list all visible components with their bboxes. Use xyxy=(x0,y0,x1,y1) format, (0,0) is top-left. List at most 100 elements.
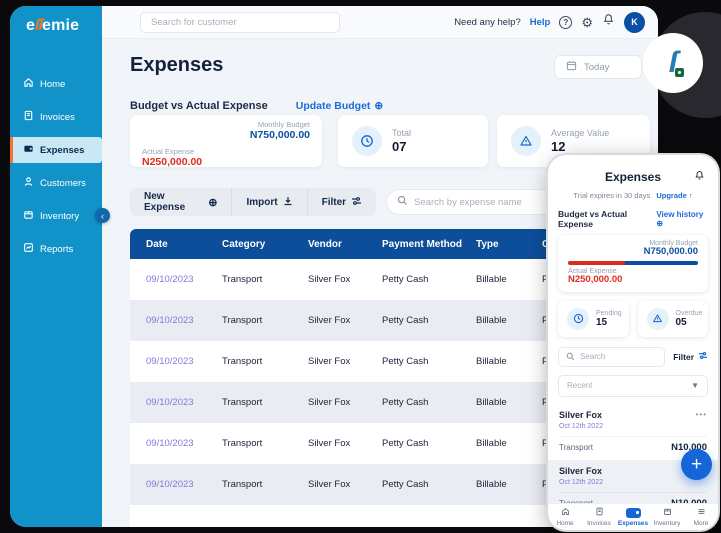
wallet-icon xyxy=(625,507,641,518)
download-icon xyxy=(283,196,293,209)
cell-payment: Petty Cash xyxy=(382,315,429,326)
nav-item-more[interactable]: More xyxy=(684,504,718,530)
col-header-vendor: Vendor xyxy=(308,238,342,250)
overdue-label: Overdue xyxy=(675,309,703,317)
brand-badge: ſſ xyxy=(643,33,703,93)
cell-vendor: Silver Fox xyxy=(308,274,351,285)
sidebar-item-home[interactable]: Home xyxy=(10,71,102,97)
item-vendor: Silver Fox xyxy=(559,409,603,420)
nav-item-inventory[interactable]: Inventory xyxy=(650,504,684,530)
nav-label: Expenses xyxy=(617,519,649,527)
nav-label: Inventory xyxy=(653,520,681,527)
cell-vendor: Silver Fox xyxy=(308,479,351,490)
sidebar: eſſemie Home Invoices Expenses Customers xyxy=(10,6,102,527)
update-budget-link[interactable]: Update Budget ⊕ xyxy=(296,100,383,112)
monthly-budget-value: N750,000.00 xyxy=(643,246,698,257)
new-expense-label: New Expense xyxy=(144,191,186,213)
lock-icon xyxy=(675,68,685,77)
budget-section-label: Budget vs Actual Expense xyxy=(130,100,268,112)
cell-category: Transport xyxy=(222,438,263,449)
more-options-icon[interactable]: ••• xyxy=(696,410,707,419)
bell-icon[interactable] xyxy=(602,13,615,31)
nav-item-home[interactable]: Home xyxy=(548,504,582,530)
sidebar-item-label: Customers xyxy=(40,177,86,189)
cell-category: Transport xyxy=(222,479,263,490)
clock-icon xyxy=(567,307,589,330)
home-icon xyxy=(23,77,34,91)
average-value-label: Average Value xyxy=(551,128,610,138)
help-link[interactable]: Help xyxy=(530,17,551,28)
upgrade-link[interactable]: Upgrade ↑ xyxy=(656,191,692,200)
sidebar-item-label: Invoices xyxy=(40,111,75,123)
import-label: Import xyxy=(246,196,278,208)
gear-icon[interactable]: ⚙ xyxy=(581,16,593,29)
new-expense-button[interactable]: New Expense ⊕ xyxy=(130,188,233,216)
sidebar-item-label: Expenses xyxy=(40,144,85,156)
mobile-sort-select[interactable]: Recent ▼ xyxy=(558,374,708,397)
actual-expense-value: N250,000.00 xyxy=(568,273,623,285)
warning-triangle-icon xyxy=(646,307,669,330)
cell-vendor: Silver Fox xyxy=(308,356,351,367)
import-button[interactable]: Import xyxy=(232,188,308,216)
monthly-budget-value: N750,000.00 xyxy=(249,129,310,141)
plus-icon: + xyxy=(690,453,703,475)
sidebar-item-reports[interactable]: Reports xyxy=(10,236,102,262)
cell-category: Transport xyxy=(222,397,263,408)
filter-label: Filter xyxy=(321,196,347,208)
overdue-value: 05 xyxy=(675,316,687,328)
filter-button[interactable]: Filter xyxy=(308,188,376,216)
item-date: Oct 12th 2022 xyxy=(559,422,603,430)
sidebar-item-invoices[interactable]: Invoices xyxy=(10,104,102,130)
nav-item-invoices[interactable]: Invoices xyxy=(582,504,616,530)
sidebar-item-expenses[interactable]: Expenses xyxy=(10,137,102,163)
budget-section-header: Budget vs Actual Expense Update Budget ⊕ xyxy=(130,100,383,112)
mobile-preview: Expenses Trial expires in 30 days Upgrad… xyxy=(548,155,718,530)
actual-expense-value: N250,000.00 xyxy=(142,156,203,169)
box-icon xyxy=(663,507,672,518)
sidebar-nav: Home Invoices Expenses Customers Invento… xyxy=(10,71,102,262)
col-header-date: Date xyxy=(146,238,168,250)
cell-payment: Petty Cash xyxy=(382,479,429,490)
bell-icon[interactable] xyxy=(694,168,705,186)
budget-progress-card: Monthly Budget N750,000.00 Actual Expens… xyxy=(130,115,322,169)
sliders-icon xyxy=(351,196,362,209)
cell-category: Transport xyxy=(222,356,263,367)
col-header-category: Category xyxy=(222,238,266,250)
view-history-link[interactable]: View history ⊕ xyxy=(656,210,708,228)
date-filter-button[interactable]: Today xyxy=(554,55,642,79)
search-icon xyxy=(397,193,408,211)
cell-vendor: Silver Fox xyxy=(308,438,351,449)
warning-triangle-icon xyxy=(511,126,541,156)
mobile-search-input[interactable] xyxy=(580,352,650,362)
nav-item-expenses[interactable]: Expenses xyxy=(616,504,650,530)
topbar: Need any help? Help ? ⚙ K xyxy=(102,6,658,39)
avatar[interactable]: K xyxy=(624,11,645,33)
sidebar-item-inventory[interactable]: Inventory xyxy=(10,203,102,229)
customer-search-input[interactable] xyxy=(140,11,340,33)
sidebar-collapse-button[interactable]: ‹ xyxy=(95,208,110,223)
plus-circle-icon: ⊕ xyxy=(208,196,218,209)
box-icon xyxy=(23,209,34,223)
question-icon[interactable]: ? xyxy=(559,15,573,29)
cell-date: 09/10/2023 xyxy=(146,438,194,449)
sidebar-item-customers[interactable]: Customers xyxy=(10,170,102,196)
expense-search-input[interactable] xyxy=(414,196,545,208)
brand-logo-icon: ſſ xyxy=(669,48,685,78)
mobile-budget-card: Monthly Budget N750,000.00 Actual Expens… xyxy=(558,235,708,292)
total-card: Total 07 xyxy=(338,115,488,167)
budget-progress-bar xyxy=(568,260,698,265)
item-category: Transport xyxy=(559,442,593,452)
cell-date: 09/10/2023 xyxy=(146,274,194,285)
mobile-filter-label: Filter xyxy=(673,351,694,362)
mobile-filter-button[interactable]: Filter xyxy=(673,351,708,362)
pending-card: Pending 15 xyxy=(558,300,629,337)
mobile-stat-cards: Pending 15 Overdue 05 xyxy=(558,300,708,337)
add-expense-fab[interactable]: + xyxy=(681,449,712,480)
home-icon xyxy=(561,507,570,518)
cell-payment: Petty Cash xyxy=(382,438,429,449)
nav-label: Home xyxy=(556,520,574,527)
cell-vendor: Silver Fox xyxy=(308,397,351,408)
chevron-left-icon: ‹ xyxy=(101,210,104,221)
logo-pre: e xyxy=(26,17,36,34)
trial-banner: Trial expires in 30 days Upgrade ↑ xyxy=(548,191,718,200)
